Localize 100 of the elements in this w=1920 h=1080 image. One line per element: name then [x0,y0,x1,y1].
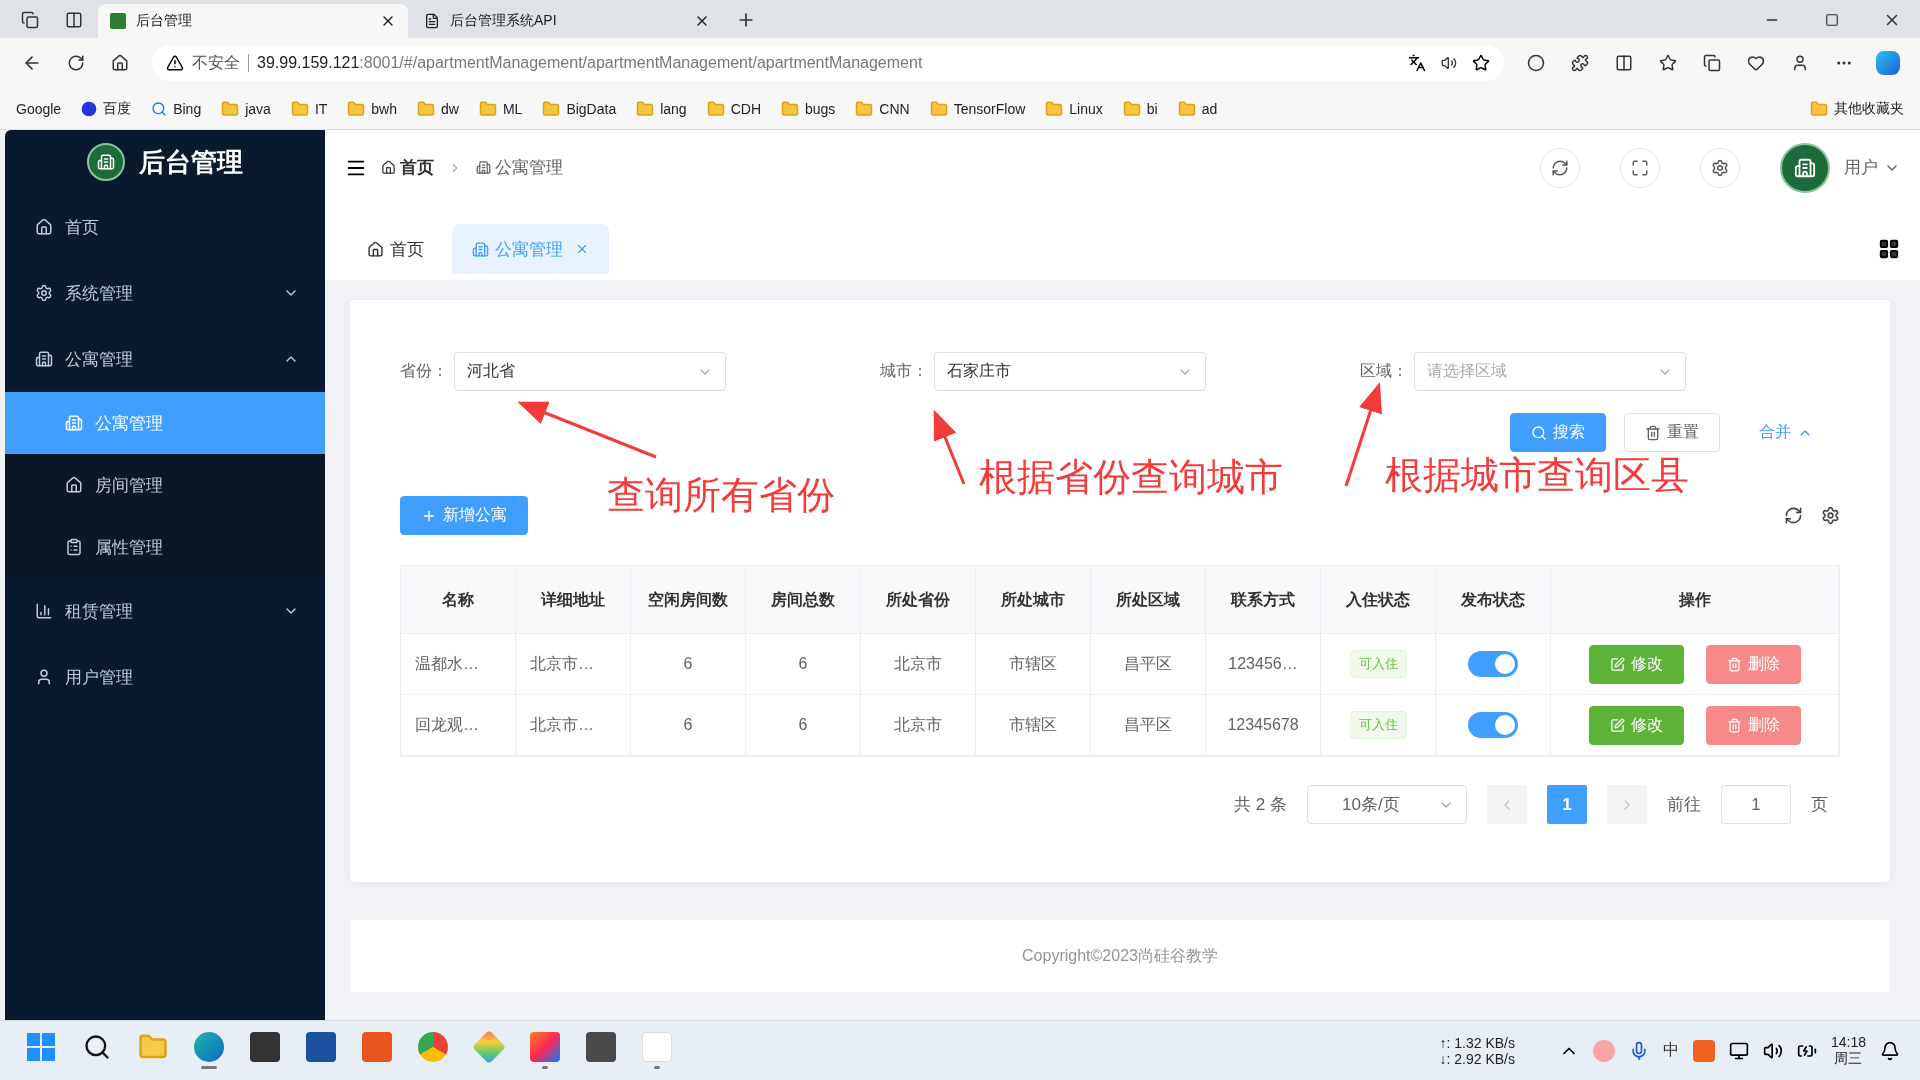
bookmark-link[interactable]: ML [478,99,523,118]
column-header: 所处城市 [976,566,1091,633]
refresh-icon [1551,158,1569,177]
star-icon[interactable] [1472,54,1490,72]
annotation-text: 根据省份查询城市 [979,455,1283,500]
bookmark-link[interactable]: BigData [542,99,617,118]
trash-icon [1726,717,1742,733]
avatar[interactable] [1780,142,1830,193]
menu-item[interactable]: 用户管理 [5,644,325,710]
table-cell: 123456… [1206,634,1321,694]
bookmark-link[interactable]: bwh [347,99,397,118]
column-header: 所处省份 [861,566,976,633]
reset-button[interactable]: 重置 [1624,413,1720,452]
input-method-indicator[interactable]: 中 [1662,1040,1679,1061]
column-header: 空闲房间数 [631,566,746,633]
network-icon[interactable] [1728,1040,1749,1061]
url-path: :8001/#/apartmentManagement/apartmentManagement/apartmentManagement [359,54,923,72]
home-icon [381,160,396,175]
tab-title: 后台管理 [136,12,193,30]
field-label: 城市： [880,361,928,381]
grid-icon[interactable] [1878,238,1900,260]
search-icon [1531,424,1547,441]
table-cell: 北京市 [861,634,976,694]
building-icon [65,414,83,432]
browser-tab[interactable]: 后台管理 [98,4,408,38]
column-header: 详细地址 [516,566,631,633]
bookmark-link[interactable]: IT [290,99,328,118]
bookmark-link[interactable]: TensorFlow [929,99,1026,118]
table-cell: 昌平区 [1091,634,1206,694]
table-cell: 回龙观… [401,695,516,755]
menu-item[interactable]: 系统管理 [5,260,325,326]
table-cell: 12345678 [1206,695,1321,755]
bookmark-link[interactable]: 百度 [81,99,132,118]
gear-icon [35,284,53,302]
folder-icon [221,99,240,118]
page-icon [424,13,440,29]
folder-icon [636,99,655,118]
bookmark-link[interactable]: 其他收藏夹 [1810,99,1904,118]
home-icon [367,240,384,258]
settings-icon[interactable] [1821,506,1840,525]
bookmark-link[interactable]: bugs [781,99,836,118]
bar-chart-icon [35,602,53,620]
download-speed: ↓: 2.92 KB/s [1439,1050,1515,1067]
total-count: 共 2 条 [1234,794,1287,816]
address-bar[interactable]: 不安全 39.99.159.121:8001/#/apartmentManagement/apartmentManagement/apartmentManagement [152,45,1504,81]
submenu-item[interactable]: 房间管理 [5,454,325,516]
bookmark-link[interactable]: lang [636,99,687,118]
browser-tab[interactable]: 后台管理系统API [412,4,722,38]
menu-item[interactable]: 公寓管理 [5,326,325,392]
submenu-item[interactable]: 属性管理 [5,516,325,578]
publish-toggle[interactable] [1468,651,1518,677]
select-field[interactable]: 河北省 [454,352,726,391]
page-unit: 页 [1811,794,1828,816]
column-header: 房间总数 [746,566,861,633]
field-label: 省份： [400,361,448,381]
edit-icon [1609,656,1625,672]
search-icon [151,100,168,117]
clock-day: 周三 [1834,1049,1863,1068]
security-warning: 不安全 [192,52,240,73]
menu-item[interactable]: 首页 [5,194,325,260]
upload-speed: ↑: 1.32 KB/s [1439,1034,1515,1051]
bookmark-link[interactable]: ad [1177,99,1218,118]
bookmark-link[interactable]: CNN [855,99,910,118]
publish-toggle[interactable] [1468,712,1518,738]
refresh-icon[interactable] [1784,506,1803,525]
bookmark-link[interactable]: java [221,99,271,118]
column-header: 操作 [1551,566,1839,633]
bookmark-link[interactable]: Linux [1045,99,1103,118]
breadcrumb-item[interactable]: 首页 [381,156,434,179]
table-cell: 市辖区 [976,634,1091,694]
clock[interactable]: 14:18 周三 [1830,1033,1866,1068]
warning-icon [166,54,184,72]
user-menu[interactable]: 用户 [1844,156,1900,179]
bookmark-link[interactable]: Google [16,100,62,117]
table-cell: 6 [631,695,746,755]
notification-icon[interactable] [1880,1040,1900,1061]
logo-icon [87,143,125,181]
house-icon [65,476,83,494]
page-tab[interactable]: 首页 [347,224,444,274]
bookmark-link[interactable]: dw [417,99,459,118]
folder-icon [1122,99,1141,118]
folder-icon [781,99,799,118]
folder-icon [855,99,874,118]
select-field[interactable]: 石家庄市 [934,352,1206,391]
site-icon [110,13,126,29]
column-header: 名称 [401,566,516,633]
goto-input[interactable]: 1 [1721,785,1791,824]
menu-item[interactable]: 租赁管理 [5,578,325,644]
page-size-select[interactable]: 10条/页 [1307,785,1467,824]
breadcrumb-item: 公寓管理 [476,156,563,179]
bookmark-link[interactable]: bi [1122,99,1158,118]
translate-icon[interactable] [1408,54,1426,72]
folder-icon [929,99,948,118]
bookmark-link[interactable]: CDH [706,99,761,118]
bookmark-link[interactable]: Bing [151,100,202,117]
building-icon [35,350,53,368]
volume-icon[interactable] [1762,1040,1783,1061]
table-cell: 北京市… [516,634,631,694]
building-icon [476,160,491,175]
url-host: 39.99.159.121 [257,54,360,72]
